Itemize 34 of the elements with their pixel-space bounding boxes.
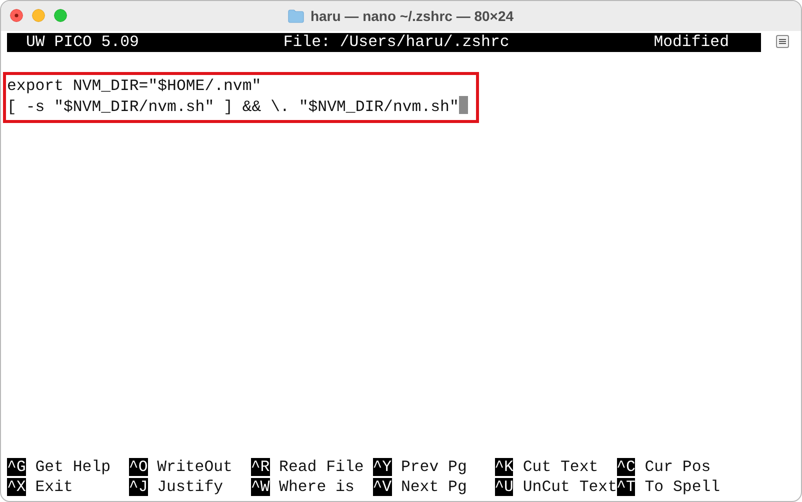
- shortcut-key: ^W: [250, 478, 270, 496]
- shortcut-key: ^C: [616, 458, 636, 476]
- shortcut-label: Justify: [156, 478, 224, 496]
- shortcut-key: ^K: [494, 458, 514, 476]
- close-button[interactable]: [10, 9, 23, 22]
- shortcut-label: UnCut Text: [522, 478, 618, 496]
- code-line: [ -s "$NVM_DIR/nvm.sh" ] && \. "$NVM_DIR/nvm.sh": [7, 98, 459, 116]
- shortcut-key: ^V: [372, 478, 392, 496]
- shortcut-label: Where is: [278, 478, 354, 496]
- shortcut-key: ^X: [7, 478, 26, 496]
- shortcut-label: Cur Pos: [644, 458, 711, 476]
- shortcut-label: WriteOut: [156, 458, 232, 476]
- modified-status: Modified: [654, 33, 729, 52]
- text-cursor: [458, 96, 468, 114]
- program-name: UW PICO 5.09: [26, 33, 139, 52]
- shortcut-label: Prev Pg: [400, 458, 467, 476]
- shortcut-label: Read File: [278, 458, 364, 476]
- shortcut-key: ^Y: [372, 458, 392, 476]
- shortcut-label: Cut Text: [522, 458, 598, 476]
- shortcut-key: ^O: [128, 458, 148, 476]
- shortcut-key: ^R: [250, 458, 270, 476]
- shortcut-label: Exit: [34, 478, 73, 496]
- file-name: File: /Users/haru/.zshrc: [283, 33, 510, 52]
- shortcut-label: Get Help: [34, 458, 111, 476]
- window-title: haru — nano ~/.zshrc — 80×24: [310, 6, 514, 26]
- shortcut-label: To Spell: [644, 478, 720, 496]
- shortcut-key: ^T: [616, 478, 636, 496]
- shortcut-key: ^J: [128, 478, 148, 496]
- scroll-menu-icon[interactable]: [776, 35, 789, 48]
- code-line: export NVM_DIR="$HOME/.nvm": [7, 76, 262, 95]
- shortcut-label: Next Pg: [400, 478, 467, 496]
- shortcut-key: ^G: [7, 458, 26, 476]
- folder-icon: [288, 9, 304, 23]
- shortcut-key: ^U: [494, 478, 514, 496]
